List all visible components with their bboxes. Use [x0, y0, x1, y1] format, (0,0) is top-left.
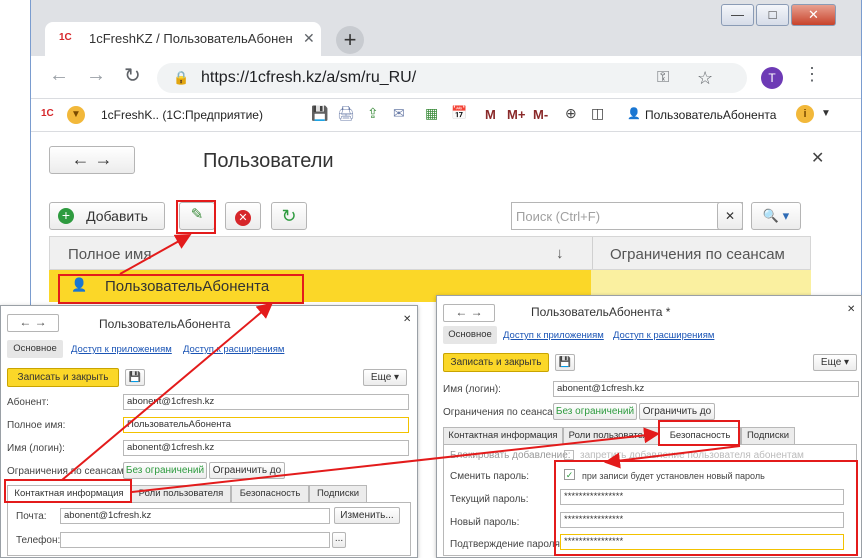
arrow-contact-to-row [61, 302, 274, 481]
arrow-row-to-edit [119, 234, 192, 275]
arrow-to-passwords [604, 445, 741, 469]
annotation-arrows [61, 234, 741, 493]
arrow-to-security [131, 427, 660, 493]
